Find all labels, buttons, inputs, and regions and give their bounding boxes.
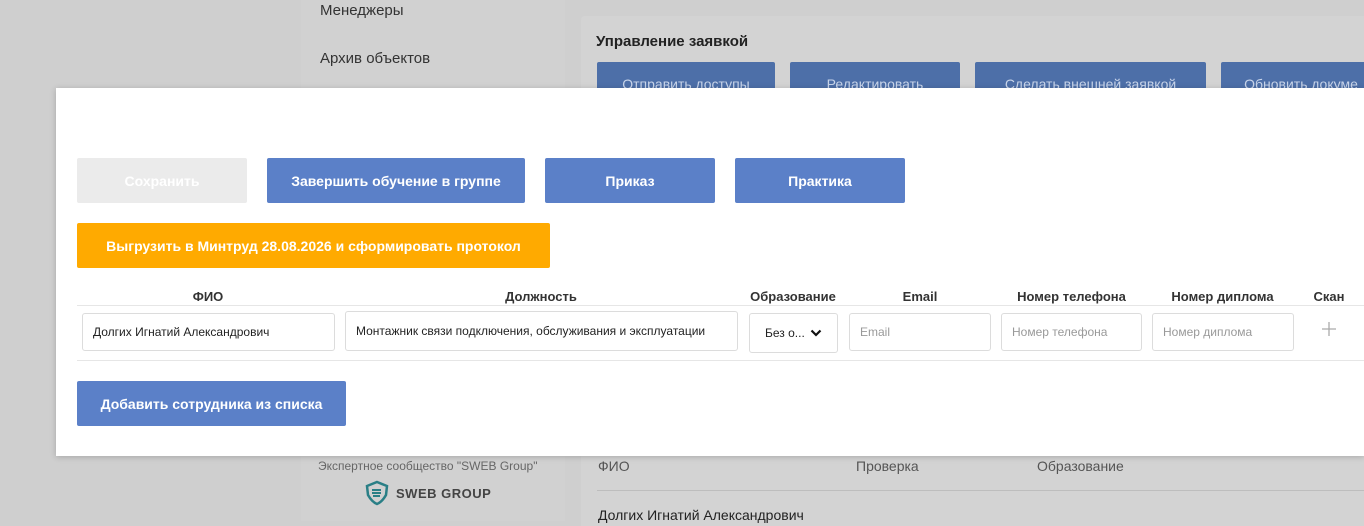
export-mintrud-button[interactable]: Выгрузить в Минтруд 28.08.2026 и сформир… [77, 223, 550, 268]
save-button[interactable]: Сохранить [77, 158, 247, 203]
header-email: Email [902, 289, 938, 304]
logo-text: SWEB GROUP [396, 485, 492, 501]
request-management-title: Управление заявкой [596, 33, 749, 50]
header-phone: Номер телефона [1017, 289, 1126, 304]
shield-logo-icon [365, 480, 389, 506]
chevron-down-icon [810, 329, 822, 337]
email-field[interactable]: Email [849, 313, 991, 351]
education-select-value: Без о... [765, 326, 805, 340]
footer-text: Экспертное сообщество "SWEB Group" [318, 459, 538, 473]
fio-input[interactable]: Долгих Игнатий Александрович [82, 313, 335, 351]
header-fio: ФИО [192, 289, 224, 304]
practice-button[interactable]: Практика [735, 158, 905, 203]
position-input[interactable]: Монтажник связи подключения, обслуживани… [345, 311, 738, 351]
header-education: Образование [750, 289, 836, 304]
header-diploma: Номер диплома [1171, 289, 1274, 304]
sidebar-item-archive[interactable]: Архив объектов [320, 50, 430, 67]
education-select[interactable]: Без о... [749, 313, 838, 353]
order-button[interactable]: Приказ [545, 158, 715, 203]
table-header-divider [77, 305, 1364, 306]
phone-field[interactable]: Номер телефона [1001, 313, 1142, 351]
sidebar-item-managers[interactable]: Менеджеры [320, 2, 404, 19]
table-row-divider [77, 360, 1364, 361]
bg-divider [597, 490, 1364, 491]
group-modal: Сохранить Завершить обучение в группе Пр… [56, 88, 1364, 456]
add-scan-icon[interactable] [1321, 321, 1337, 337]
finish-group-training-button[interactable]: Завершить обучение в группе [267, 158, 525, 203]
bg-col-fio: ФИО [598, 458, 630, 474]
header-scan: Скан [1313, 289, 1345, 304]
bg-col-education: Образование [1037, 458, 1124, 474]
add-employee-button[interactable]: Добавить сотрудника из списка [77, 381, 346, 426]
header-position: Должность [505, 289, 577, 304]
bg-col-check: Проверка [856, 458, 919, 474]
sweb-logo: SWEB GROUP [364, 480, 491, 506]
diploma-field[interactable]: Номер диплома [1152, 313, 1294, 351]
